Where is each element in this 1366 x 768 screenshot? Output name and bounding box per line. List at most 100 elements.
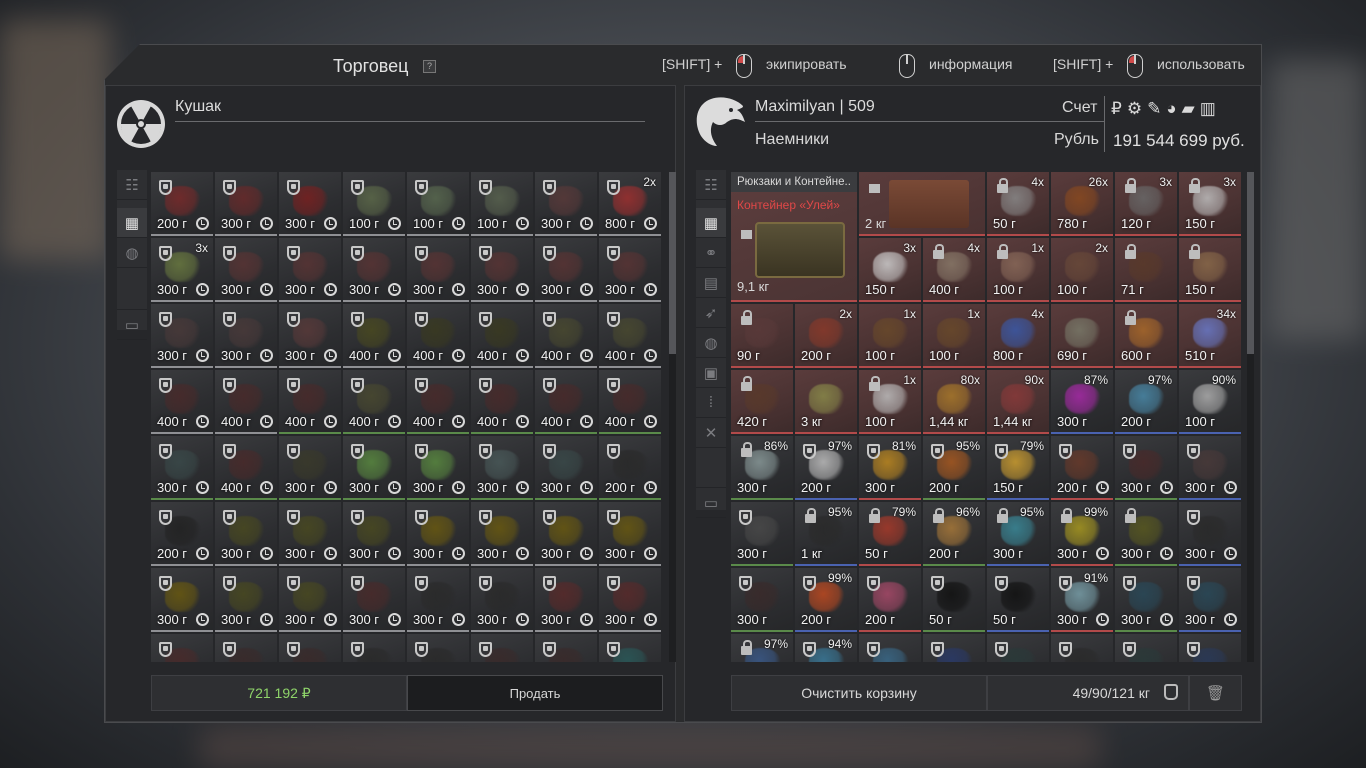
help-icon[interactable]: ? bbox=[423, 60, 436, 73]
inventory-item[interactable]: 300 г bbox=[1115, 436, 1177, 500]
inventory-item[interactable]: 71 г bbox=[1115, 238, 1177, 302]
tab-devices[interactable]: ▣ bbox=[696, 358, 726, 388]
tab-storage[interactable]: ▭ bbox=[117, 310, 147, 340]
inventory-item[interactable] bbox=[1115, 634, 1177, 662]
inventory-item[interactable]: 300 г bbox=[151, 304, 213, 368]
inventory-item[interactable]: 200 г bbox=[1051, 436, 1113, 500]
tab-ammo[interactable]: ⁞ bbox=[696, 388, 726, 418]
inventory-item[interactable]: 4x 50 г bbox=[987, 172, 1049, 236]
inventory-item[interactable]: 87% 300 г bbox=[1051, 370, 1113, 434]
inventory-item[interactable]: 1x 100 г bbox=[987, 238, 1049, 302]
inventory-item[interactable]: 300 г bbox=[1115, 502, 1177, 566]
currency-icon[interactable]: ⚙ bbox=[1127, 99, 1142, 119]
inventory-item[interactable]: 300 г bbox=[1115, 568, 1177, 632]
inventory-item[interactable]: 200 г bbox=[859, 568, 921, 632]
inventory-item[interactable]: 34x 510 г bbox=[1179, 304, 1241, 368]
inventory-item[interactable]: 400 г bbox=[407, 370, 469, 434]
inventory-item[interactable]: 79% 50 г bbox=[859, 502, 921, 566]
inventory-item[interactable]: 300 г bbox=[215, 568, 277, 632]
currency-icon[interactable]: ◕ bbox=[1166, 99, 1176, 119]
inventory-item[interactable]: 400 г bbox=[407, 304, 469, 368]
inventory-item[interactable] bbox=[407, 634, 469, 662]
inventory-item[interactable] bbox=[279, 634, 341, 662]
inventory-item[interactable] bbox=[215, 634, 277, 662]
inventory-item[interactable] bbox=[987, 634, 1049, 662]
inventory-item[interactable]: 50 г bbox=[923, 568, 985, 632]
inventory-item[interactable]: 300 г bbox=[1179, 568, 1241, 632]
inventory-item[interactable]: 90x 1,44 кг bbox=[987, 370, 1049, 434]
inventory-item[interactable] bbox=[535, 634, 597, 662]
inventory-item[interactable]: 300 г bbox=[1179, 436, 1241, 500]
inventory-item[interactable]: 300 г bbox=[215, 172, 277, 236]
inventory-item[interactable]: 300 г bbox=[471, 502, 533, 566]
currency-icon[interactable]: ✎ bbox=[1147, 99, 1161, 119]
tab-storage[interactable]: ▭ bbox=[696, 488, 726, 518]
inventory-item[interactable]: 300 г bbox=[599, 238, 661, 302]
inventory-item[interactable]: 2x 800 г bbox=[599, 172, 661, 236]
trash-button[interactable]: 🗑 bbox=[1189, 675, 1242, 711]
inventory-item[interactable]: 300 г bbox=[279, 502, 341, 566]
inventory-item[interactable]: 400 г bbox=[343, 370, 405, 434]
inventory-item[interactable]: 300 г bbox=[279, 568, 341, 632]
inventory-item[interactable]: 94% bbox=[795, 634, 857, 662]
inventory-item[interactable]: 200 г bbox=[151, 502, 213, 566]
inventory-item[interactable]: 300 г bbox=[535, 502, 597, 566]
inventory-item[interactable]: 2x 200 г bbox=[795, 304, 857, 368]
inventory-item[interactable]: 95% 200 г bbox=[923, 436, 985, 500]
inventory-item[interactable]: 90 г bbox=[731, 304, 793, 368]
inventory-item[interactable]: 300 г bbox=[535, 238, 597, 302]
inventory-item[interactable]: 300 г bbox=[471, 238, 533, 302]
tab-grid-view[interactable]: ▦ bbox=[117, 208, 147, 238]
inventory-item[interactable]: 97% bbox=[731, 634, 793, 662]
inventory-item[interactable]: 400 г bbox=[535, 370, 597, 434]
inventory-item[interactable]: 99% 300 г bbox=[1051, 502, 1113, 566]
sell-button[interactable]: Продать bbox=[407, 675, 663, 711]
inventory-item[interactable]: 90% 100 г bbox=[1179, 370, 1241, 434]
inventory-item[interactable]: 300 г bbox=[215, 304, 277, 368]
tab-misc[interactable] bbox=[696, 458, 726, 488]
inventory-item[interactable]: 86% 300 г bbox=[731, 436, 793, 500]
inventory-item[interactable]: 300 г bbox=[215, 238, 277, 302]
inventory-item[interactable]: 300 г bbox=[471, 436, 533, 500]
inventory-item[interactable]: 400 г bbox=[471, 304, 533, 368]
inventory-item[interactable]: 79% 150 г bbox=[987, 436, 1049, 500]
inventory-item[interactable]: 96% 200 г bbox=[923, 502, 985, 566]
inventory-item[interactable]: 300 г bbox=[471, 568, 533, 632]
inventory-item[interactable]: 4x 800 г bbox=[987, 304, 1049, 368]
inventory-item[interactable]: 95% 1 кг bbox=[795, 502, 857, 566]
inventory-item[interactable]: 300 г bbox=[599, 502, 661, 566]
ruble-currency-icon[interactable]: ₽ bbox=[1111, 99, 1122, 119]
inventory-item[interactable]: 1x 100 г bbox=[859, 370, 921, 434]
tab-artifacts[interactable]: ◍ bbox=[117, 238, 147, 268]
inventory-item[interactable]: 300 г bbox=[343, 238, 405, 302]
inventory-item[interactable]: 150 г bbox=[1179, 238, 1241, 302]
inventory-item[interactable]: 100 г bbox=[343, 172, 405, 236]
inventory-item[interactable]: 81% 300 г bbox=[859, 436, 921, 500]
clear-cart-button[interactable]: Очистить корзину bbox=[731, 675, 987, 711]
trader-scrollbar[interactable] bbox=[669, 172, 676, 662]
inventory-item[interactable] bbox=[1179, 634, 1241, 662]
inventory-item[interactable]: 100 г bbox=[471, 172, 533, 236]
inventory-item[interactable]: 400 г bbox=[343, 304, 405, 368]
inventory-item[interactable]: 300 г bbox=[343, 502, 405, 566]
inventory-item[interactable]: 300 г bbox=[535, 436, 597, 500]
scrollbar-thumb[interactable] bbox=[669, 172, 676, 354]
inventory-item[interactable]: 3x 150 г bbox=[1179, 172, 1241, 236]
inventory-item[interactable]: 50 г bbox=[987, 568, 1049, 632]
inventory-item[interactable]: 100 г bbox=[407, 172, 469, 236]
inventory-item[interactable] bbox=[1051, 634, 1113, 662]
tab-armor[interactable]: ▤ bbox=[696, 268, 726, 298]
tab-artifacts[interactable]: ◍ bbox=[696, 328, 726, 358]
inventory-item[interactable]: 2x 100 г bbox=[1051, 238, 1113, 302]
inventory-item[interactable]: 300 г bbox=[343, 568, 405, 632]
inventory-item[interactable]: 95% 300 г bbox=[987, 502, 1049, 566]
inventory-item[interactable]: 400 г bbox=[599, 304, 661, 368]
inventory-item[interactable]: 300 г bbox=[535, 568, 597, 632]
inventory-item[interactable]: 690 г bbox=[1051, 304, 1113, 368]
scrollbar-thumb[interactable] bbox=[1247, 172, 1254, 354]
tab-misc[interactable] bbox=[117, 280, 147, 310]
inventory-item[interactable]: 400 г bbox=[215, 370, 277, 434]
inventory-item[interactable]: 4x 400 г bbox=[923, 238, 985, 302]
inventory-item[interactable] bbox=[923, 634, 985, 662]
inventory-item[interactable]: 1x 100 г bbox=[923, 304, 985, 368]
